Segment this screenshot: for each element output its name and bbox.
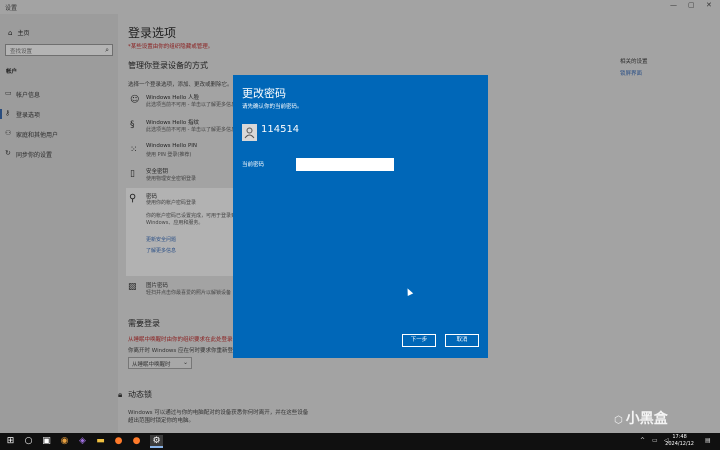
notification-icon[interactable]: ▤ [705,437,711,444]
window-titlebar: 设置 [0,0,720,14]
search-icon[interactable]: ○ [22,435,35,448]
dynamic-desc-2: 超出范围时锁定你的电脑。 [128,418,195,424]
option-fingerprint[interactable]: § Windows Hello 指纹 此选项当前不可用 - 单击以了解更多信息 [128,117,238,137]
current-password-field[interactable] [296,158,394,171]
dynamic-desc-1: Windows 可以通过与你的电脑配对的设备获悉你何时离开，并在这些设备 [128,410,309,416]
user-avatar-icon [242,124,257,141]
window-title: 设置 [5,5,18,12]
related-link-lock-screen[interactable]: 锁屏界面 [620,69,642,77]
dynamic-lock-heading: 动态锁 [128,390,152,399]
manage-desc: 选择一个登录选项，添加、更改或删除它。 [128,82,233,88]
next-button[interactable]: 下一步 [402,334,436,347]
dialog-title: 更改密码 [242,87,286,100]
maximize-icon[interactable]: ▢ [688,1,695,9]
close-icon[interactable]: ✕ [706,1,712,9]
lock-icon: 🔒︎ [118,390,123,399]
pin-keypad-icon: ⁙ [130,145,138,155]
option-picture-password[interactable]: ▨ 图片密码 轻扫并点击你最喜爱的照片以解锁设备 [128,280,238,300]
search-icon[interactable]: ⌕ [105,46,109,55]
taskbar-clock[interactable]: 17:48 2024/12/12 [665,434,694,448]
change-password-dialog: 更改密码 请先确认你的当前密码。 114514 当前密码 下一步 取消 [233,75,488,358]
manage-heading: 管理你登录设备的方式 [128,61,208,70]
people-icon: ⚇ [5,129,12,137]
app-icon[interactable]: ◈ [76,435,89,448]
sidebar-section-label: 帐户 [6,69,18,75]
settings-icon[interactable]: ⚙ [150,435,163,448]
taskbar: ⊞ ○ ▣ ◉ ◈ ▬ ● ● ▮ ⚙ ^ ▭ ◁ 17:48 2024/12/… [0,433,720,450]
windows-start-icon[interactable]: ⊞ [4,435,17,448]
sidebar-item-sync[interactable]: ↻ 同步你的设置 [0,147,118,161]
option-password[interactable]: ⚲ 密码 使用你的帐户密码登录 你的帐户密码已设置完成，可用于登录到 Windo… [126,188,238,276]
dialog-subtitle: 请先确认你的当前密码。 [242,104,303,110]
require-dropdown[interactable]: 从睡眠中唤醒时 ⌄ [128,357,192,369]
require-desc: 你离开时 Windows 应在何时要求你重新登录? [128,348,242,354]
require-warning: 从睡眠中唤醒时由你的组织要求在此处登录 [128,337,233,343]
network-icon[interactable]: ▭ [652,437,658,444]
firefox-icon[interactable]: ● [112,435,125,448]
face-icon: ☺ [130,95,140,105]
search-input[interactable]: 查找设置 ⌕ [5,44,113,56]
current-password-label: 当前密码 [242,162,265,168]
search-placeholder: 查找设置 [10,49,33,55]
person-card-icon: ▭ [5,89,12,97]
chevron-down-icon: ⌄ [182,359,188,366]
option-pin[interactable]: ⁙ Windows Hello PIN 使用 PIN 登录(推荐) [128,142,238,162]
dialog-username: 114514 [261,124,300,135]
cancel-button[interactable]: 取消 [445,334,479,347]
fingerprint-icon: § [130,120,135,130]
option-security-key[interactable]: ▯ 安全密钥 使用物理安全密钥登录 [128,166,238,186]
sync-icon: ↻ [5,149,11,157]
watermark: ⬡ 小黑盒 [614,411,668,427]
file-explorer-icon[interactable]: ▬ [94,435,107,448]
firefox-icon[interactable]: ● [130,435,143,448]
home-icon: ⌂ [8,29,13,37]
sidebar-home[interactable]: ⌂ 主页 [8,28,29,37]
watermark-logo-icon: ⬡ [614,415,623,426]
task-view-icon[interactable]: ▣ [40,435,53,448]
org-warning: *某些设置由你的组织隐藏或管理。 [128,44,214,50]
link-security-questions[interactable]: 更新安全问题 [146,236,176,243]
page-title: 登录选项 [128,26,177,40]
tray-chevron-icon[interactable]: ^ [640,437,645,444]
sidebar: ⌂ 主页 查找设置 ⌕ 帐户 ▭ 帐户信息 ⚷ 登录选项 ⚇ 家庭和其他用户 ↻ 同步你的… [0,14,118,433]
key-icon: ⚲ [129,193,137,204]
link-learn-more[interactable]: 了解更多信息 [146,247,176,254]
require-heading: 需要登录 [128,319,160,328]
related-settings-title: 相关的设置 [620,59,648,65]
clock-date: 2024/12/12 [665,441,694,447]
clock-time: 17:48 [672,434,687,440]
minimize-icon[interactable]: — [670,1,677,9]
sidebar-item-account-info[interactable]: ▭ 帐户信息 [0,87,118,101]
option-face[interactable]: ☺ Windows Hello 人脸 此选项当前不可用 - 单击以了解更多信息 [128,92,238,112]
picture-icon: ▨ [128,282,137,292]
sidebar-item-family[interactable]: ⚇ 家庭和其他用户 [0,127,118,141]
usb-key-icon: ▯ [130,169,135,179]
sidebar-item-sign-in-options[interactable]: ⚷ 登录选项 [0,107,118,121]
app-icon[interactable]: ◉ [58,435,71,448]
key-icon: ⚷ [5,109,11,117]
